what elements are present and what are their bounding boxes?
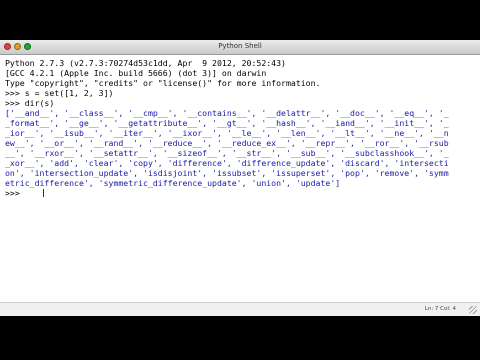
banner-line: Python 2.7.3 (v2.7.3:70274d53c1dd, Apr 9… [5,58,286,68]
command-text: dir(s) [24,98,55,108]
command-line: >>> s = set([1, 2, 3]) [5,88,475,98]
output-line: on', 'intersection_update', 'isdisjoint'… [5,168,449,178]
banner-line: [GCC 4.2.1 (Apple Inc. build 5666) (dot … [5,68,267,78]
title-bar[interactable]: Python Shell [0,40,480,55]
output-line: __', '__rxor__', '__setattr__', '__sizeo… [5,148,449,158]
output-line: ew__', '__or__', '__rand__', '__reduce__… [5,138,449,148]
text-cursor-icon [43,189,44,197]
prompt: >>> [5,88,25,98]
prompt: >>> [5,188,25,198]
command-text: s = set([1, 2, 3]) [24,88,114,98]
window-title: Python Shell [218,42,262,50]
python-shell-window: Python Shell Python 2.7.3 (v2.7.3:70274d… [0,40,480,316]
cursor-position: Ln: 7 Col: 4 [424,306,456,312]
output-line: _xor__', 'add', 'clear', 'copy', 'differ… [5,158,449,168]
output-line: etric_difference', 'symmetric_difference… [5,178,341,188]
output-line: _format__', '__ge__', '__getattribute__'… [5,118,449,128]
shell-text-area[interactable]: Python 2.7.3 (v2.7.3:70274d53c1dd, Apr 9… [5,58,475,302]
output-line: ['__and__', '__class__', '__cmp__', '__c… [5,108,449,118]
resize-grip-icon[interactable] [469,306,477,314]
banner-line: Type "copyright", "credits" or "license(… [5,78,321,88]
active-prompt-line[interactable]: >>> [5,188,475,198]
command-line: >>> dir(s) [5,98,475,108]
prompt: >>> [5,98,25,108]
output-line: _ior__', '__isub__', '__iter__', '__ixor… [5,128,449,138]
status-bar: Ln: 7 Col: 4 [0,302,480,316]
